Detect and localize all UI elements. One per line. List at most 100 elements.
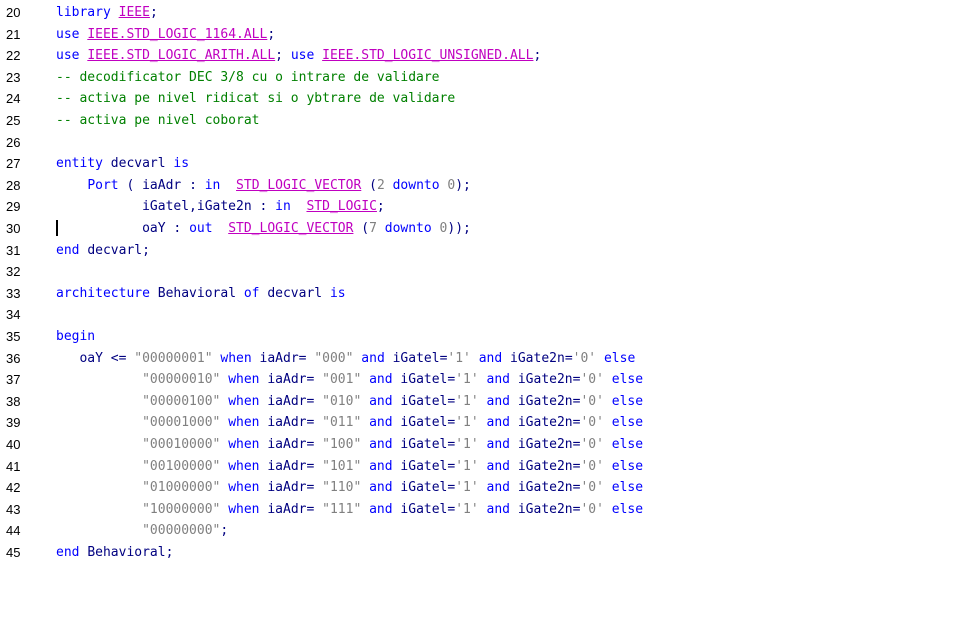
line-number: 37 [6, 372, 21, 388]
code-token: and [478, 458, 518, 474]
code-line[interactable]: 39 "00001000" when iaAdr= "011" and iGat… [0, 412, 958, 433]
code-token: iaAdr= [267, 372, 323, 388]
code-token: when [220, 501, 268, 517]
line-number: 42 [6, 480, 21, 496]
code-token: STD_LOGIC [306, 199, 377, 215]
code-token: iGate2n= [517, 415, 581, 431]
code-token: iGatel= [400, 480, 456, 496]
code-token: else [603, 437, 644, 452]
code-line[interactable]: 41 "00100000" when iaAdr= "101" and iGat… [0, 456, 958, 477]
code-token: decvarl; [87, 242, 150, 258]
code-token: Behavioral; [87, 545, 174, 560]
code-token: iGatel= [400, 458, 456, 474]
code-line[interactable]: 23 -- decodificator DEC 3/8 cu o intrare … [0, 67, 958, 88]
line-number: 30 [6, 221, 21, 236]
line-number: 45 [6, 545, 21, 560]
code-token: and [361, 458, 401, 474]
code-token: "000" [314, 350, 354, 366]
code-line[interactable]: 34 [0, 304, 958, 325]
code-text: use IEEE.STD_LOGIC_1164.ALL; [56, 24, 275, 45]
code-line[interactable]: 21 use IEEE.STD_LOGIC_1164.ALL; [0, 24, 958, 45]
code-token: when [220, 372, 268, 388]
code-line[interactable]: 40 "00010000" when iaAdr= "100" and iGat… [0, 434, 958, 455]
code-line[interactable]: 36 oaY <= "00000001" when iaAdr= "000" a… [0, 348, 958, 369]
code-token: iGatel= [400, 501, 456, 517]
code-line[interactable]: 33 architecture Behavioral of decvarl is [0, 283, 958, 304]
code-token: iGate2n= [517, 458, 581, 474]
line-number: 40 [6, 437, 21, 452]
code-text: -- activa pe nivel coborat [56, 110, 260, 131]
code-token: '1' [455, 458, 479, 474]
code-line[interactable]: 44 "00000000"; [0, 520, 958, 541]
code-token: -- decodificator DEC 3/8 cu o intrare de… [56, 69, 440, 85]
code-token: ; [267, 26, 276, 42]
code-line[interactable]: 29 iGatel,iGate2n : in STD_LOGIC; [0, 196, 958, 217]
code-token: and [361, 437, 401, 452]
code-token: decvarl [267, 285, 330, 301]
code-token: architecture [56, 285, 158, 301]
code-line[interactable]: 25 -- activa pe nivel coborat [0, 110, 958, 131]
code-token: else [603, 415, 644, 431]
code-text: oaY <= "00000001" when iaAdr= "000" and … [56, 348, 635, 369]
code-token: '0' [580, 480, 604, 496]
code-token: "00010000" [142, 437, 221, 452]
code-token: -- activa pe nivel coborat [56, 113, 260, 128]
code-line[interactable]: 30 oaY : out STD_LOGIC_VECTOR (7 downto … [0, 218, 958, 239]
code-token: )); [447, 221, 471, 236]
code-token: else [603, 372, 644, 388]
code-text: "00100000" when iaAdr= "101" and iGatel=… [56, 456, 643, 477]
code-token: iGate2n= [517, 372, 581, 388]
code-line[interactable]: 45 end Behavioral; [0, 542, 958, 563]
code-token: and [478, 372, 518, 388]
code-token: entity [56, 156, 111, 172]
code-token: "10000000" [142, 501, 221, 517]
code-line[interactable]: 43 "10000000" when iaAdr= "111" and iGat… [0, 499, 958, 520]
code-token: and [478, 480, 518, 496]
code-line[interactable]: 24 -- activa pe nivel ridicat si o ybtrar… [0, 88, 958, 109]
code-line[interactable]: 38 "00000100" when iaAdr= "010" and iGat… [0, 391, 958, 412]
code-editor[interactable]: 20 library IEEE; 21 use IEEE.STD_LOGIC_1164… [0, 0, 958, 620]
code-token: IEEE [118, 5, 150, 20]
code-line[interactable]: 42 "01000000" when iaAdr= "110" and iGat… [0, 477, 958, 498]
line-number: 41 [6, 458, 21, 474]
code-text: entity decvarl is [56, 153, 189, 174]
code-token: '0' [580, 372, 604, 388]
code-line[interactable]: 26 [0, 132, 958, 153]
code-token: and [361, 415, 401, 431]
code-token: iGatel= [392, 350, 448, 366]
code-text: "00001000" when iaAdr= "011" and iGatel=… [56, 412, 643, 433]
code-line[interactable]: 32 [0, 261, 958, 282]
code-token: when [220, 415, 268, 431]
code-token: "00000000" [142, 523, 221, 539]
line-number: 36 [6, 350, 21, 366]
code-line[interactable]: 22 use IEEE.STD_LOGIC_ARITH.ALL; use IEEE… [0, 45, 958, 66]
code-token: "101" [322, 458, 362, 474]
code-token: and [470, 350, 511, 366]
code-token: iGatel,iGate2n : [56, 199, 276, 215]
code-line[interactable]: 20 library IEEE; [0, 2, 958, 23]
code-line[interactable]: 35 begin [0, 326, 958, 347]
code-token: is [173, 156, 190, 172]
code-text: "01000000" when iaAdr= "110" and iGatel=… [56, 477, 643, 498]
code-line[interactable]: 27 entity decvarl is [0, 153, 958, 174]
code-token: else [603, 480, 644, 496]
line-number: 32 [6, 264, 21, 280]
code-token: and [361, 480, 401, 496]
code-line[interactable]: 37 "00000010" when iaAdr= "001" and iGat… [0, 369, 958, 390]
line-number: 24 [6, 91, 21, 107]
code-token: ( [361, 177, 377, 193]
code-line[interactable]: 28 Port ( iaAdr : in STD_LOGIC_VECTOR (2… [0, 175, 958, 196]
line-number: 23 [6, 69, 21, 85]
code-token: iaAdr= [267, 480, 323, 496]
code-text: "00000000"; [56, 520, 228, 541]
code-line[interactable]: 31 end decvarl; [0, 240, 958, 261]
line-number: 39 [6, 415, 21, 431]
code-token: else [603, 501, 644, 517]
code-token: use [56, 48, 88, 64]
line-number: 29 [6, 199, 21, 215]
code-token: "111" [322, 501, 362, 517]
